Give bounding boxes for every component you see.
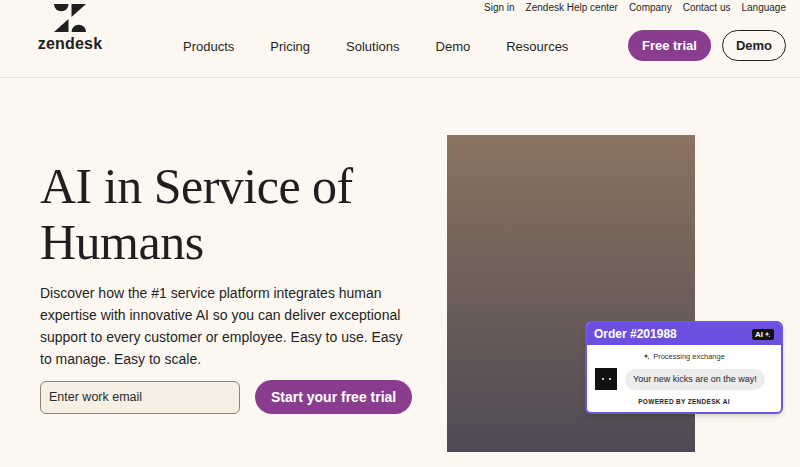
- utility-nav: Sign in Zendesk Help center Company Contact…: [0, 0, 800, 14]
- logo-text: zendesk: [38, 35, 103, 53]
- processing-status: Processing exchange: [595, 351, 773, 362]
- main-header-row: zendesk Products Pricing Solutions Demo Resou…: [0, 14, 800, 61]
- utility-link[interactable]: Zendesk Help center: [526, 1, 618, 14]
- header-actions: Free trial Demo: [628, 30, 786, 61]
- bot-avatar-icon: [595, 368, 617, 390]
- utility-link[interactable]: Language: [742, 1, 787, 14]
- nav-item[interactable]: Products: [183, 37, 234, 57]
- hero-description: Discover how the #1 service platform int…: [40, 282, 412, 370]
- zendesk-logo-icon: [54, 4, 86, 32]
- email-input[interactable]: [40, 381, 240, 414]
- nav-item[interactable]: Pricing: [270, 37, 310, 57]
- utility-link[interactable]: Sign in: [484, 1, 515, 14]
- hero-title-line: AI in Service of: [40, 158, 447, 214]
- message-bubble: Your new kicks are on the way!: [625, 369, 765, 391]
- order-card: Order #201988 AI Processing exchange Your n…: [585, 321, 783, 414]
- hero-media: Order #201988AIProcessing exchangeYour n…: [447, 135, 695, 452]
- hero-title: AI in Service ofHumans: [40, 158, 447, 270]
- utility-link[interactable]: Company: [629, 1, 672, 14]
- signup-form: Start your free trial: [40, 380, 447, 414]
- start-trial-button[interactable]: Start your free trial: [255, 380, 412, 414]
- nav-item[interactable]: Demo: [436, 37, 471, 57]
- nav-item[interactable]: Resources: [506, 37, 568, 57]
- message-row: Your new kicks are on the way!: [595, 368, 773, 390]
- main-nav: Products Pricing Solutions Demo Resources: [183, 37, 568, 57]
- demo-button[interactable]: Demo: [722, 30, 786, 61]
- powered-by: POWERED BY ZENDESK AI: [595, 397, 773, 407]
- hero: AI in Service ofHumans Discover how the #…: [0, 78, 800, 452]
- page: Sign in Zendesk Help center Company Contact…: [0, 0, 800, 467]
- order-title: Order #201988: [594, 325, 677, 343]
- nav-item[interactable]: Solutions: [346, 37, 399, 57]
- order-card-body: Processing exchange Your new kicks are on…: [587, 345, 781, 412]
- logo[interactable]: zendesk: [40, 4, 100, 53]
- order-card-header: Order #201988 AI: [587, 323, 781, 345]
- hero-title-line: Humans: [40, 214, 447, 270]
- sparkle-icon: [764, 331, 771, 338]
- hero-text: AI in Service ofHumans Discover how the #…: [0, 78, 447, 452]
- site-header: Sign in Zendesk Help center Company Contact…: [0, 0, 800, 78]
- ai-badge: AI: [752, 329, 774, 340]
- free-trial-button[interactable]: Free trial: [628, 30, 711, 61]
- sparkle-icon: [643, 353, 650, 360]
- utility-link[interactable]: Contact us: [683, 1, 731, 14]
